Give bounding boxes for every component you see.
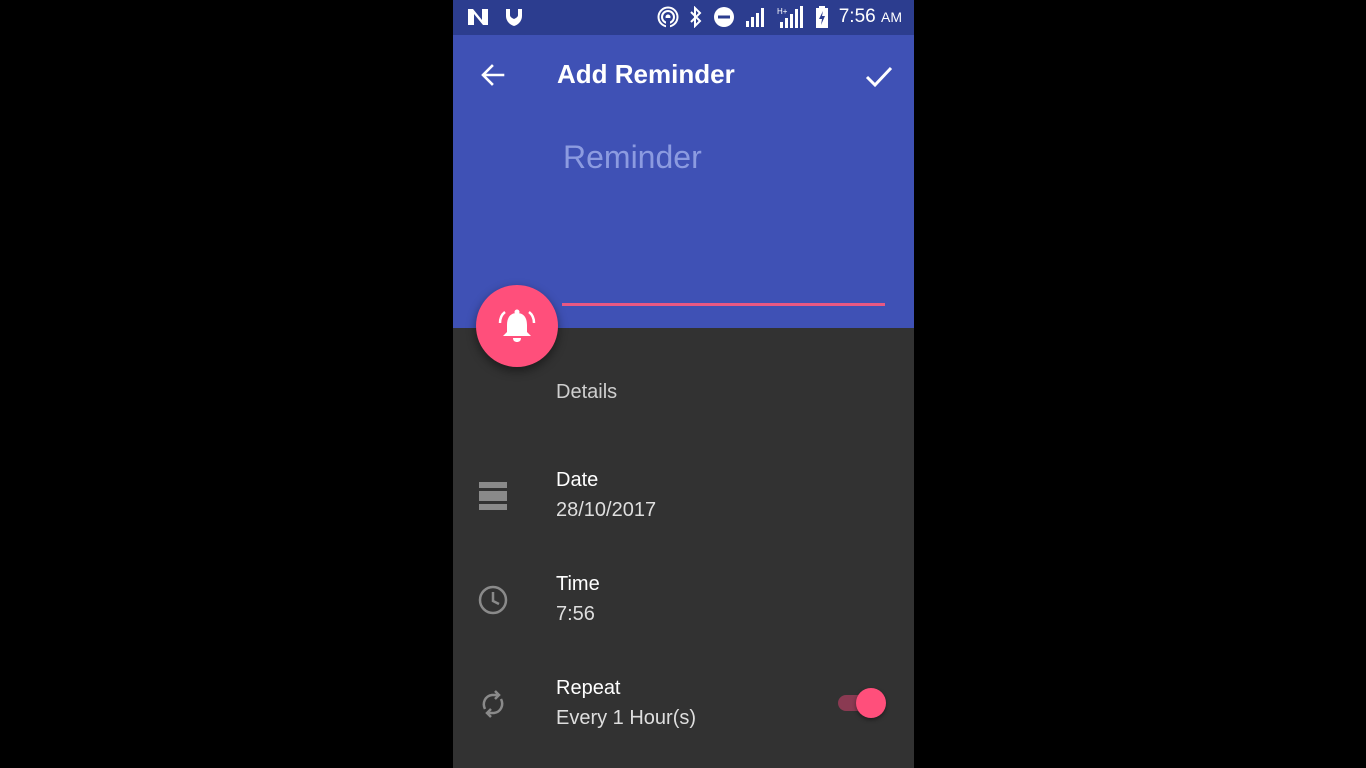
date-label: Date (556, 469, 599, 491)
repeat-toggle[interactable] (835, 687, 887, 719)
save-button[interactable] (862, 59, 896, 93)
date-value: 28/10/2017 (556, 499, 657, 521)
bluetooth-icon (690, 6, 702, 28)
reminder-title-input[interactable] (563, 135, 885, 179)
repeat-icon (482, 690, 504, 718)
do-not-disturb-icon (713, 7, 734, 27)
repeat-row[interactable]: Repeat Every 1 Hour(s) (453, 677, 914, 757)
calendar-icon (479, 482, 507, 510)
time-value: 7:56 (556, 603, 595, 625)
status-bar: H+ 7:56 AM (453, 0, 914, 35)
check-icon (865, 66, 893, 88)
alarm-bell-icon (498, 309, 536, 342)
hotspot-icon (657, 6, 679, 28)
toggle-thumb (856, 688, 886, 718)
time-row[interactable]: Time 7:56 (453, 573, 914, 653)
clock-icon (478, 585, 508, 615)
time-label: Time (556, 573, 600, 595)
svg-text:H+: H+ (777, 7, 788, 16)
back-button[interactable] (477, 59, 509, 91)
page-title: Add Reminder (557, 59, 735, 89)
n-logo-icon (468, 9, 488, 25)
repeat-value: Every 1 Hour(s) (556, 707, 697, 729)
alarm-fab-button[interactable] (476, 285, 558, 367)
input-underline (562, 303, 885, 306)
arrow-back-icon (481, 64, 505, 86)
phone-screen: H+ 7:56 AM Add Reminder Reminder Details… (453, 0, 914, 768)
shield-icon (506, 9, 522, 26)
repeat-label: Repeat (556, 677, 621, 699)
battery-charging-icon (815, 6, 828, 28)
app-bar: Add Reminder (453, 35, 914, 328)
signal-icon (745, 8, 764, 27)
signal-h-plus-icon: H+ (777, 6, 803, 28)
date-row[interactable]: Date 28/10/2017 (453, 469, 914, 549)
status-time: 7:56 AM (838, 6, 902, 27)
details-section-label: Details (556, 381, 618, 403)
